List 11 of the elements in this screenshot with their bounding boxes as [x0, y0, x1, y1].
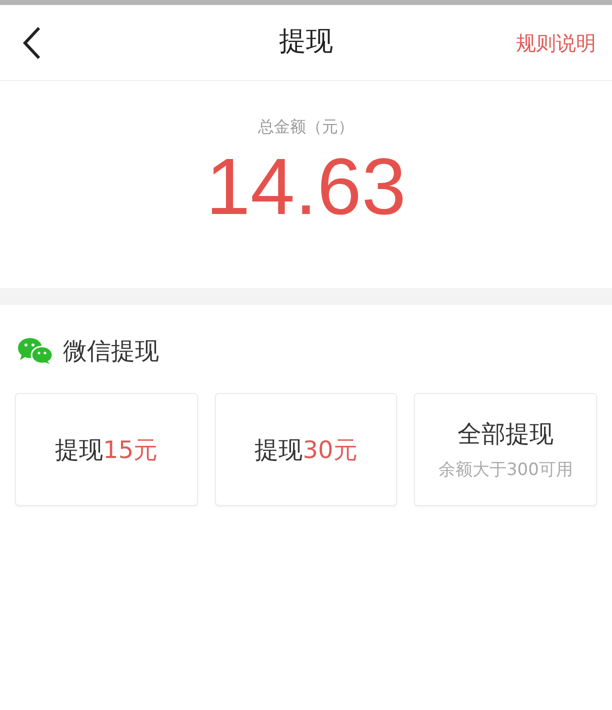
- option-note: 余额大于300可用: [438, 458, 573, 482]
- back-icon: [22, 26, 42, 60]
- section-title: 微信提现: [63, 336, 159, 367]
- withdraw-option[interactable]: 提现15元: [15, 393, 198, 506]
- chat-bubbles-icon: [17, 337, 53, 365]
- withdraw-option[interactable]: 提现30元: [214, 393, 398, 506]
- rules-link[interactable]: 规则说明: [516, 28, 596, 58]
- page-title: 提现: [279, 25, 333, 60]
- total-amount-label: 总金额（元）: [258, 116, 354, 138]
- total-amount: 14.63: [206, 147, 406, 227]
- withdraw-option[interactable]: 全部提现 余额大于300可用: [414, 393, 597, 506]
